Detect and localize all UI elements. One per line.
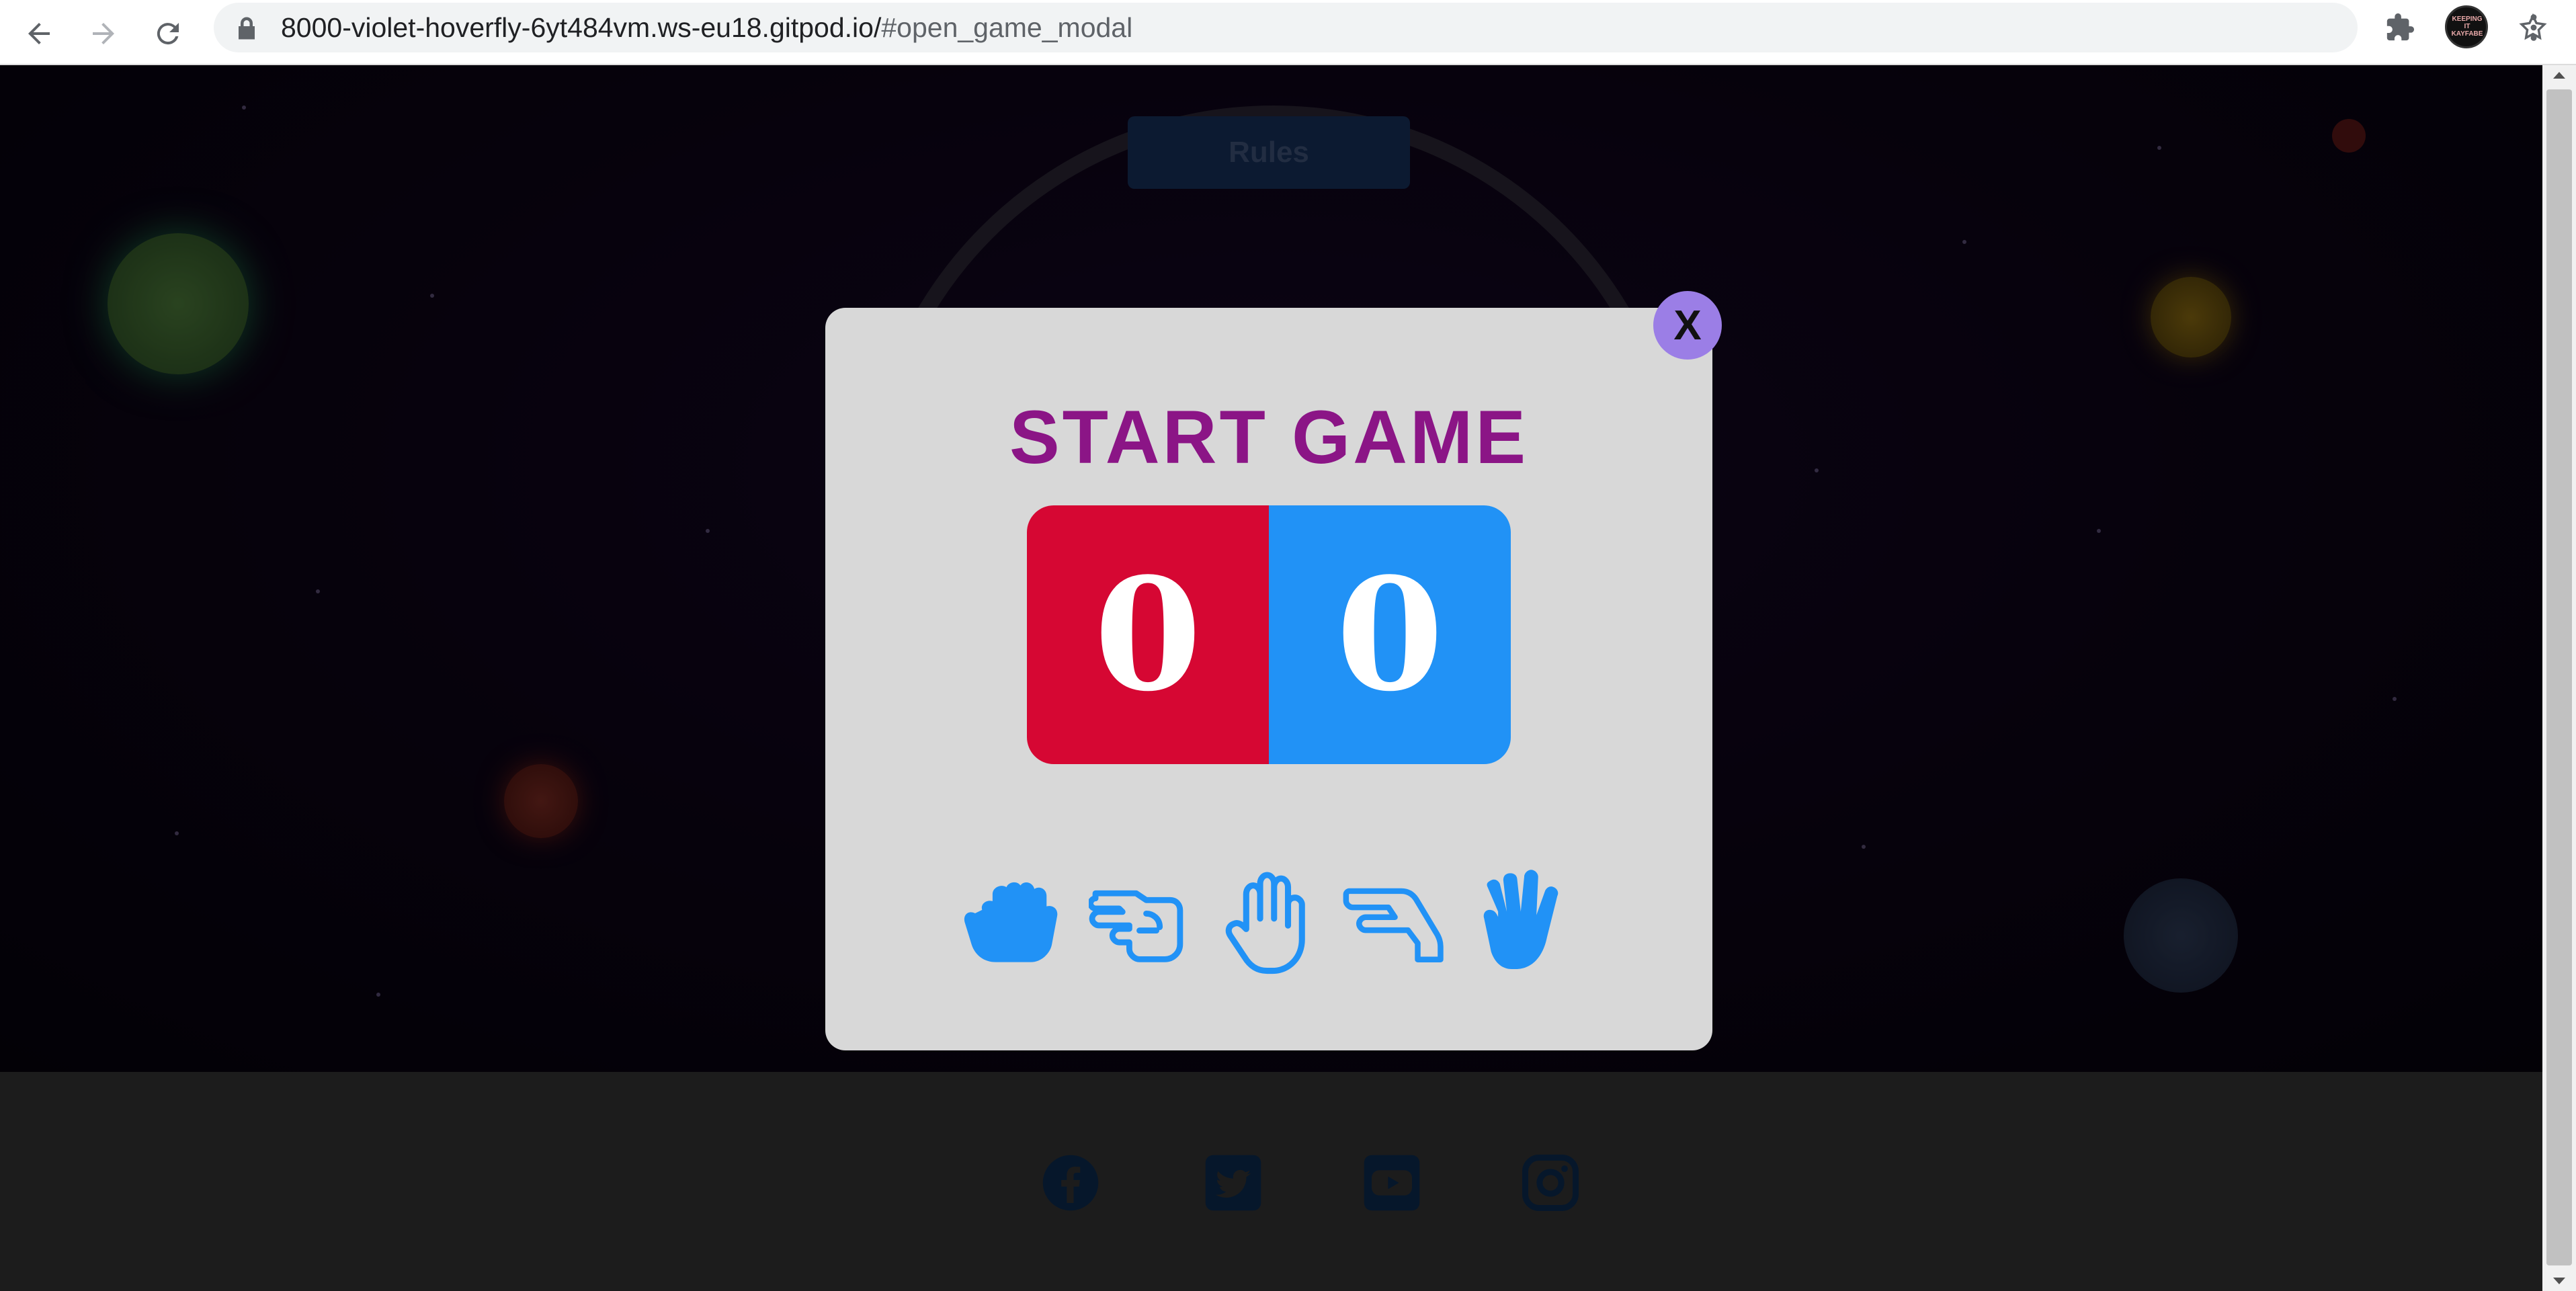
back-arrow-icon	[28, 23, 50, 44]
scoreboard: 0 0	[1027, 505, 1511, 764]
choice-buttons	[960, 868, 1578, 976]
scroll-up-arrow-icon[interactable]	[2542, 65, 2576, 85]
browser-menu-icon[interactable]	[2524, 12, 2544, 43]
spock-button[interactable]	[1470, 868, 1578, 976]
back-button[interactable]	[19, 13, 59, 54]
player-score: 0	[1027, 505, 1269, 764]
url-fragment: #open_game_modal	[881, 12, 1133, 43]
rock-icon	[964, 882, 1058, 962]
scissors-button[interactable]	[1087, 868, 1195, 976]
address-bar[interactable]: 8000-violet-hoverfly-6yt484vm.ws-eu18.gi…	[214, 3, 2547, 52]
forward-button[interactable]	[83, 13, 124, 54]
avatar-text: KEEPING IT KAYFABE	[2451, 15, 2483, 38]
lock-icon	[239, 17, 255, 40]
url-text: 8000-violet-hoverfly-6yt484vm.ws-eu18.gi…	[281, 12, 1132, 44]
reload-button[interactable]	[148, 13, 188, 54]
page-scrollbar[interactable]	[2542, 65, 2576, 1291]
modal-title: START GAME	[1009, 395, 1529, 479]
scroll-down-arrow-icon[interactable]	[2542, 1271, 2576, 1291]
reload-icon	[157, 23, 179, 45]
close-modal-button[interactable]: X	[1653, 291, 1722, 360]
profile-avatar[interactable]: KEEPING IT KAYFABE	[2445, 5, 2488, 48]
extensions-puzzle-icon[interactable]	[2384, 12, 2415, 43]
spock-icon	[1483, 870, 1559, 969]
url-host: 8000-violet-hoverfly-6yt484vm.ws-eu18.gi…	[281, 12, 882, 43]
paper-icon	[1225, 872, 1305, 974]
scissors-icon	[1089, 890, 1183, 962]
computer-score: 0	[1269, 505, 1511, 764]
scrollbar-thumb[interactable]	[2546, 89, 2572, 1265]
forward-arrow-icon	[93, 23, 114, 44]
browser-toolbar: 8000-violet-hoverfly-6yt484vm.ws-eu18.gi…	[0, 0, 2576, 65]
rock-button[interactable]	[960, 868, 1067, 976]
lizard-button[interactable]	[1343, 868, 1450, 976]
paper-button[interactable]	[1215, 868, 1323, 976]
lizard-icon	[1343, 888, 1444, 962]
